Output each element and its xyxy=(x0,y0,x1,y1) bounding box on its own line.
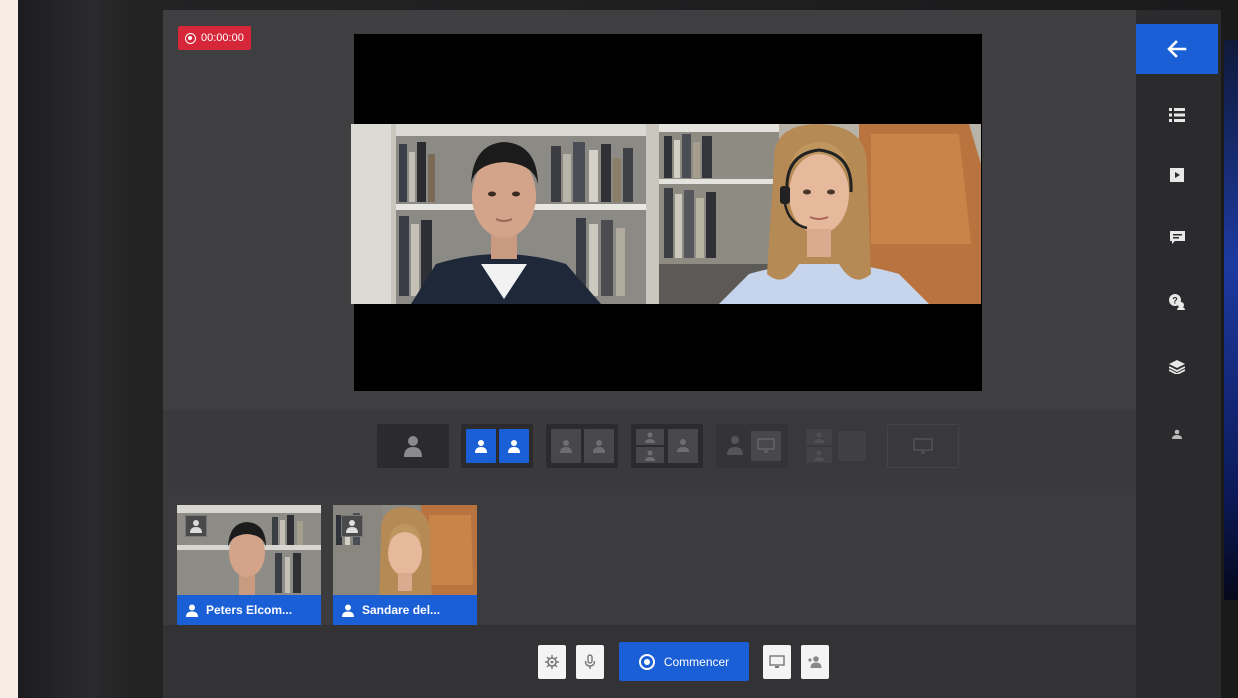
recording-timer-badge: 00:00:00 xyxy=(178,26,251,50)
person-icon xyxy=(186,604,198,617)
participant-name: Sandare del... xyxy=(362,603,441,617)
gear-icon xyxy=(545,655,559,669)
layout-grid-screen-button[interactable] xyxy=(801,424,873,468)
layout-cell xyxy=(465,429,496,463)
main-video-preview xyxy=(351,34,982,391)
chat-icon[interactable] xyxy=(1167,228,1187,248)
layers-icon[interactable] xyxy=(1167,357,1187,377)
participant-thumbnails: Peters Elcom... Sandare del... xyxy=(163,495,1136,625)
layout-cell xyxy=(550,429,581,463)
person-icon xyxy=(559,440,572,453)
record-icon xyxy=(185,32,196,44)
person-icon xyxy=(592,440,605,453)
layout-cell xyxy=(498,429,529,463)
layout-side-by-side-button[interactable] xyxy=(461,424,533,468)
person-screen-icon xyxy=(727,431,781,461)
list-icon[interactable] xyxy=(1167,105,1187,125)
layout-grid-three-button[interactable] xyxy=(631,424,703,468)
layout-single-button[interactable] xyxy=(377,424,449,468)
participant-thumbnail-2[interactable]: Sandare del... xyxy=(333,505,477,625)
pin-participant-icon[interactable] xyxy=(185,515,207,537)
add-person-icon xyxy=(808,656,822,668)
svg-text:?: ? xyxy=(1172,296,1178,306)
pin-participant-icon[interactable] xyxy=(341,515,363,537)
participant-name-label: Peters Elcom... xyxy=(177,595,321,625)
monitor-icon xyxy=(913,438,933,454)
layout-person-screen-button[interactable] xyxy=(716,424,788,468)
microphone-button[interactable] xyxy=(576,645,604,679)
layout-screen-only-button[interactable] xyxy=(887,424,959,468)
qa-icon[interactable]: ? xyxy=(1167,292,1187,312)
microphone-icon xyxy=(584,654,596,669)
participant-icon[interactable] xyxy=(1167,424,1187,444)
invite-participant-button[interactable] xyxy=(801,645,829,679)
back-button[interactable] xyxy=(1136,24,1218,74)
settings-button[interactable] xyxy=(538,645,566,679)
layout-side-by-side-alt-button[interactable] xyxy=(546,424,618,468)
right-sidebar: ? xyxy=(1136,10,1221,698)
record-icon xyxy=(638,653,655,670)
person-icon xyxy=(507,440,520,453)
start-recording-label: Commencer xyxy=(663,654,730,669)
participant-name-label: Sandare del... xyxy=(333,595,477,625)
background-edge xyxy=(1224,40,1238,600)
grid-screen-icon xyxy=(806,429,866,463)
participant-name: Peters Elcom... xyxy=(206,603,293,617)
app-window: 00:00:00 Peters Elcom... Sandare del... … xyxy=(163,10,1221,698)
layout-selector-bar xyxy=(163,410,1136,495)
stage: 00:00:00 xyxy=(163,10,1136,410)
recording-timer: 00:00:00 xyxy=(201,32,244,44)
start-recording-button[interactable]: Commencer xyxy=(619,642,749,681)
media-icon[interactable] xyxy=(1167,165,1187,185)
person-icon xyxy=(342,604,354,617)
share-screen-button[interactable] xyxy=(763,645,791,679)
monitor-icon xyxy=(769,655,785,668)
layout-cell xyxy=(583,429,614,463)
video-feed-participant-1 xyxy=(351,124,659,304)
person-icon xyxy=(474,440,487,453)
grid-layout-icon xyxy=(636,429,698,463)
person-icon xyxy=(404,436,422,457)
video-feed-participant-2 xyxy=(659,124,981,304)
back-arrow-icon xyxy=(1167,40,1187,58)
participant-thumbnail-1[interactable]: Peters Elcom... xyxy=(177,505,321,625)
bottom-toolbar: Commencer xyxy=(163,625,1136,698)
